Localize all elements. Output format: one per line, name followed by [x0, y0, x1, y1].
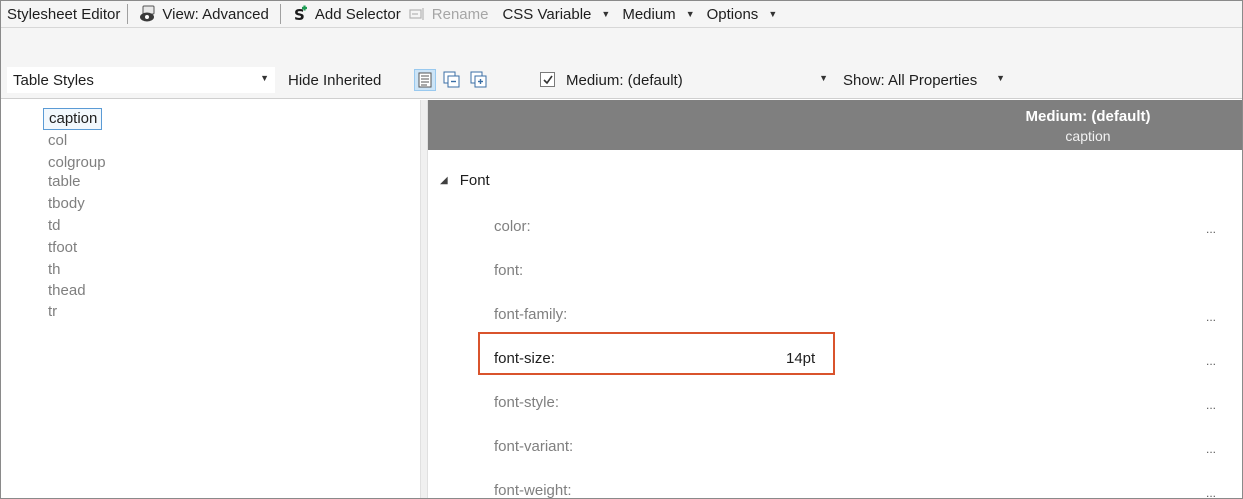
- hide-inherited-label: Hide Inherited: [288, 71, 382, 89]
- property-row-font[interactable]: font:: [476, 256, 1236, 286]
- ellipsis-icon[interactable]: ...: [1206, 310, 1216, 324]
- property-row-font-variant[interactable]: font-variant: ...: [476, 432, 1236, 462]
- selector-item-tfoot[interactable]: tfoot: [43, 237, 106, 259]
- css-variable-menu[interactable]: CSS Variable ▼: [498, 2, 614, 26]
- app-title: Stylesheet Editor: [7, 5, 121, 23]
- dropdown-caret-icon: ▼: [685, 9, 695, 19]
- hide-inherited-button[interactable]: Hide Inherited: [288, 67, 381, 93]
- show-properties-value: Show: All Properties: [843, 71, 978, 89]
- collapse-all-icon: [443, 71, 460, 88]
- dropdown-caret-icon: ▼: [768, 9, 778, 19]
- selector-item-td[interactable]: td: [43, 215, 106, 237]
- selector-list: caption col colgroup table tbody td tfoo…: [43, 108, 106, 323]
- dropdown-caret-icon: ▼: [819, 73, 828, 83]
- view-advanced-label: View: Advanced: [162, 5, 269, 23]
- property-group-font[interactable]: ◢ Font: [440, 172, 490, 189]
- selector-item-th[interactable]: th: [43, 259, 106, 281]
- ellipsis-icon[interactable]: ...: [1206, 354, 1216, 368]
- header-selector: caption: [1065, 128, 1111, 144]
- list-view-button[interactable]: [414, 69, 436, 91]
- toolbar-separator: [279, 4, 281, 24]
- dropdown-caret-icon: ▼: [260, 73, 269, 83]
- stylesheet-select-value: Table Styles: [13, 71, 94, 89]
- dropdown-caret-icon: ▼: [601, 9, 611, 19]
- property-group-label: Font: [459, 172, 490, 189]
- selector-panel: caption col colgroup table tbody td tfoo…: [1, 100, 420, 498]
- property-row-color[interactable]: color: ...: [476, 212, 1236, 242]
- expand-all-button[interactable]: [468, 69, 490, 91]
- add-selector-button[interactable]: S Add Selector: [288, 2, 405, 26]
- dropdown-caret-icon: ▼: [996, 73, 1005, 83]
- rename-button[interactable]: Rename: [405, 2, 493, 26]
- selector-item-thead[interactable]: thead: [43, 280, 106, 302]
- property-row-font-family[interactable]: font-family: ...: [476, 300, 1236, 330]
- toolbar-separator: [127, 4, 129, 24]
- medium-select-value: Medium: (default): [566, 71, 683, 89]
- selector-item-caption[interactable]: caption: [43, 108, 103, 130]
- show-properties-select[interactable]: Show: All Properties ▼: [837, 67, 1017, 93]
- property-name: font-style:: [494, 394, 560, 411]
- property-row-font-style[interactable]: font-style: ...: [476, 388, 1236, 418]
- property-name: font-weight:: [494, 482, 572, 499]
- toolbar: Stylesheet Editor View: Advanced S Add S…: [1, 1, 1242, 59]
- selector-item-table[interactable]: table: [43, 171, 106, 193]
- options-menu-label: Options: [706, 5, 759, 23]
- medium-checkbox[interactable]: [540, 72, 555, 87]
- stylesheet-select[interactable]: Table Styles ▼: [7, 67, 275, 93]
- header-medium: Medium: (default): [1025, 108, 1151, 125]
- selector-item-tr[interactable]: tr: [43, 301, 106, 323]
- eye-icon: [139, 5, 157, 23]
- expand-all-icon: [470, 71, 487, 88]
- property-name: font:: [494, 262, 524, 279]
- add-selector-label: Add Selector: [314, 5, 401, 23]
- ellipsis-icon[interactable]: ...: [1206, 442, 1216, 456]
- ellipsis-icon[interactable]: ...: [1206, 486, 1216, 498]
- property-name: color:: [494, 218, 531, 235]
- panel-splitter[interactable]: [420, 100, 428, 498]
- property-header: Medium: (default) caption: [428, 100, 1242, 150]
- medium-menu-label: Medium: [622, 5, 676, 23]
- property-row-font-weight[interactable]: font-weight: ...: [476, 476, 1236, 499]
- medium-menu[interactable]: Medium ▼: [618, 2, 698, 26]
- ellipsis-icon[interactable]: ...: [1206, 222, 1216, 236]
- list-view-icon: [418, 72, 432, 88]
- css-variable-label: CSS Variable: [502, 5, 592, 23]
- filter-toolbar: Table Styles ▼ Hide Inherited Medium: (d…: [1, 59, 1242, 99]
- rename-icon: [409, 5, 427, 23]
- rename-label: Rename: [431, 5, 489, 23]
- property-panel: Medium: (default) caption ◢ Font color: …: [428, 100, 1242, 499]
- property-name: font-family:: [494, 306, 568, 323]
- ellipsis-icon[interactable]: ...: [1206, 398, 1216, 412]
- collapse-triangle-icon[interactable]: ◢: [440, 175, 448, 186]
- medium-select[interactable]: Medium: (default) ▼: [562, 67, 834, 93]
- toolbar-row-main: Stylesheet Editor View: Advanced S Add S…: [1, 1, 1242, 28]
- add-selector-icon: S: [292, 5, 310, 24]
- stylesheet-editor-window: Stylesheet Editor View: Advanced S Add S…: [0, 0, 1243, 499]
- selector-item-col[interactable]: col: [43, 130, 106, 152]
- view-advanced-button[interactable]: View: Advanced: [135, 2, 272, 26]
- highlight-annotation: [478, 332, 835, 375]
- options-menu[interactable]: Options ▼: [703, 2, 782, 26]
- property-name: font-variant:: [494, 438, 574, 455]
- selector-list-item[interactable]: caption: [43, 108, 106, 130]
- checkbox-icon: [543, 75, 553, 85]
- collapse-all-button[interactable]: [441, 69, 463, 91]
- selector-item-tbody[interactable]: tbody: [43, 193, 106, 215]
